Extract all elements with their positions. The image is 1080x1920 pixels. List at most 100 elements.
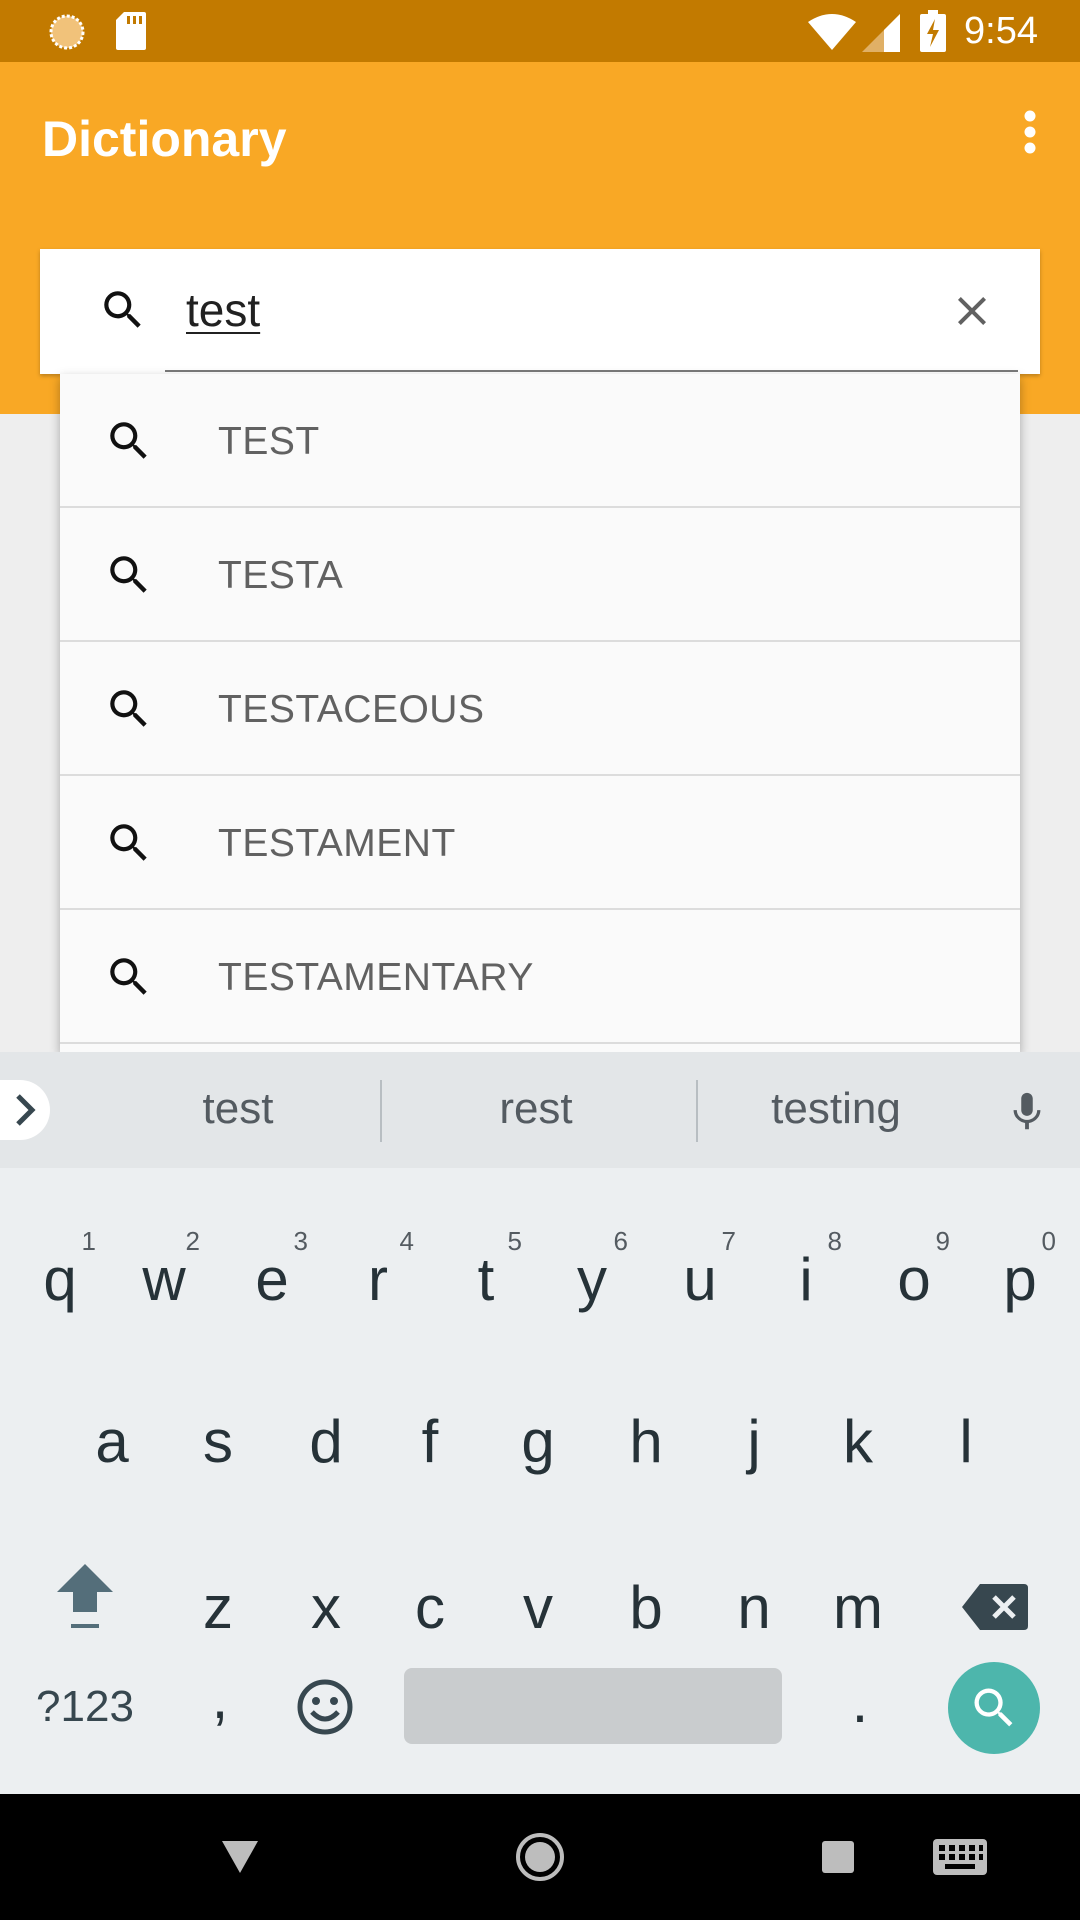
key-hint: 1 xyxy=(81,1226,96,1256)
key-j[interactable]: j xyxy=(710,1396,798,1486)
key-f[interactable]: f xyxy=(386,1396,474,1486)
status-time: 9:54 xyxy=(964,10,1038,52)
status-bar: 9:54 xyxy=(0,0,1080,62)
sd-card-icon xyxy=(116,12,146,50)
key-a[interactable]: a xyxy=(68,1396,156,1486)
home-button[interactable] xyxy=(480,1794,600,1920)
key-hint: 9 xyxy=(935,1226,950,1256)
search-icon xyxy=(110,824,147,861)
key-hint: 0 xyxy=(1041,1226,1056,1256)
word-suggestion[interactable]: test xyxy=(88,1084,388,1134)
divider xyxy=(380,1080,382,1142)
key-w[interactable]: w2 xyxy=(120,1226,208,1324)
app-title: Dictionary xyxy=(42,111,287,167)
comma-key[interactable]: , xyxy=(176,1652,264,1742)
search-icon xyxy=(974,1688,1013,1727)
key-u[interactable]: u7 xyxy=(656,1226,744,1324)
suggestion-label: TESTAMENTARY xyxy=(218,956,534,999)
suggestion-label: TEST xyxy=(218,420,320,463)
word-suggestion[interactable]: rest xyxy=(386,1084,686,1134)
suggestion-item[interactable]: TEST xyxy=(60,374,1020,508)
key-label: t xyxy=(477,1245,495,1313)
key-h[interactable]: h xyxy=(602,1396,690,1486)
search-icon xyxy=(110,690,147,727)
mic-icon[interactable] xyxy=(1004,1086,1050,1138)
key-z[interactable]: z xyxy=(174,1562,262,1652)
key-g[interactable]: g xyxy=(494,1396,582,1486)
key-label: r xyxy=(368,1245,388,1313)
back-button[interactable] xyxy=(180,1794,300,1920)
key-n[interactable]: n xyxy=(710,1562,798,1652)
suggestion-label: TESTAMENT xyxy=(218,822,456,865)
close-icon[interactable] xyxy=(948,287,996,335)
suggestion-list: TEST TESTA TESTACEOUS TESTAMENT TESTAMEN… xyxy=(60,374,1020,1052)
wifi-icon xyxy=(808,14,856,50)
key-q[interactable]: q1 xyxy=(16,1226,104,1324)
key-o[interactable]: o9 xyxy=(870,1226,958,1324)
backspace-key[interactable] xyxy=(950,1562,1040,1652)
space-key[interactable] xyxy=(404,1668,782,1744)
key-p[interactable]: p0 xyxy=(976,1226,1064,1324)
more-options-button[interactable] xyxy=(1004,102,1056,162)
key-b[interactable]: b xyxy=(602,1562,690,1652)
suggestion-item[interactable]: TESTAMENT xyxy=(60,776,1020,910)
navigation-bar xyxy=(0,1794,1080,1920)
search-icon xyxy=(104,291,141,328)
chevron-right-icon[interactable] xyxy=(0,1080,50,1140)
symbols-key[interactable]: ?123 xyxy=(20,1662,150,1752)
recents-button[interactable] xyxy=(778,1794,898,1920)
suggestion-item[interactable]: TESTA xyxy=(60,508,1020,642)
backspace-icon xyxy=(962,1584,1028,1630)
key-hint: 6 xyxy=(613,1226,628,1256)
search-enter-key[interactable] xyxy=(948,1662,1040,1754)
search-box[interactable]: test xyxy=(40,249,1040,374)
key-r[interactable]: r4 xyxy=(334,1226,422,1324)
recents-icon xyxy=(822,1841,854,1873)
key-i[interactable]: i8 xyxy=(762,1226,850,1324)
key-v[interactable]: v xyxy=(494,1562,582,1652)
key-y[interactable]: y6 xyxy=(548,1226,636,1324)
key-t[interactable]: t5 xyxy=(442,1226,530,1324)
signal-icon xyxy=(862,14,900,52)
key-label: i xyxy=(799,1245,813,1313)
key-label: u xyxy=(683,1245,717,1313)
battery-charging-icon xyxy=(920,10,946,52)
keyboard-switch-button[interactable] xyxy=(900,1794,1020,1920)
search-underline xyxy=(165,370,1018,372)
key-l[interactable]: l xyxy=(922,1396,1010,1486)
key-label: w xyxy=(142,1245,186,1313)
soft-keyboard: test rest testing q1 w2 e3 r4 t5 y6 u7 i… xyxy=(0,1052,1080,1794)
search-input[interactable]: test xyxy=(186,283,260,337)
suggestion-item[interactable]: TESTAMENTARY xyxy=(60,910,1020,1044)
key-hint: 4 xyxy=(399,1226,414,1256)
key-d[interactable]: d xyxy=(282,1396,370,1486)
key-label: p xyxy=(1003,1245,1037,1313)
key-label: q xyxy=(43,1245,77,1313)
suggestion-label: TESTACEOUS xyxy=(218,688,485,731)
key-label: e xyxy=(255,1245,289,1313)
search-icon xyxy=(110,556,147,593)
key-k[interactable]: k xyxy=(814,1396,902,1486)
more-vert-icon xyxy=(1024,110,1036,154)
key-m[interactable]: m xyxy=(814,1562,902,1652)
shift-key[interactable] xyxy=(40,1552,130,1642)
key-c[interactable]: c xyxy=(386,1562,474,1652)
period-key[interactable]: . xyxy=(816,1656,904,1746)
emoji-key[interactable] xyxy=(280,1662,370,1752)
key-x[interactable]: x xyxy=(282,1562,370,1652)
key-e[interactable]: e3 xyxy=(228,1226,316,1324)
shift-icon xyxy=(57,1564,113,1628)
suggestion-label: TESTA xyxy=(218,554,344,597)
search-icon xyxy=(110,958,147,995)
search-icon xyxy=(110,422,147,459)
sync-icon xyxy=(49,14,85,50)
key-s[interactable]: s xyxy=(174,1396,262,1486)
key-label: y xyxy=(577,1245,607,1313)
key-label: o xyxy=(897,1245,931,1313)
home-icon xyxy=(516,1833,564,1881)
emoji-icon xyxy=(297,1679,353,1735)
keyboard-switch-icon xyxy=(933,1839,987,1875)
suggestion-item[interactable]: TESTACEOUS xyxy=(60,642,1020,776)
word-suggestion[interactable]: testing xyxy=(686,1084,986,1134)
key-hint: 7 xyxy=(721,1226,736,1256)
